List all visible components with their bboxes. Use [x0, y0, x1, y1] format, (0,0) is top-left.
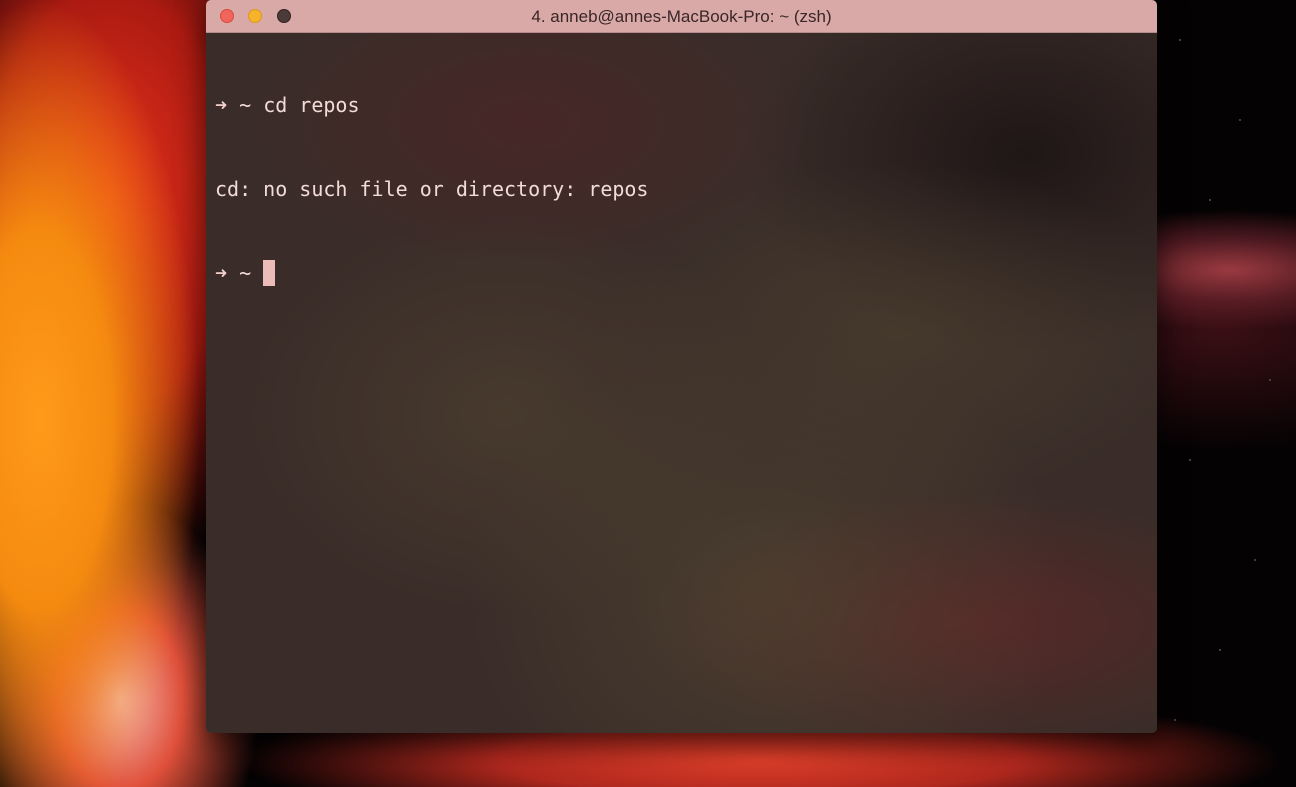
terminal-window[interactable]: 4. anneb@annes-MacBook-Pro: ~ (zsh) ➜ ~ … [206, 0, 1157, 733]
command-text: cd repos [263, 93, 360, 117]
prompt-directory: ~ [239, 93, 252, 117]
prompt-directory: ~ [239, 261, 252, 285]
terminal-body[interactable]: ➜ ~ cd repos cd: no such file or directo… [206, 33, 1157, 733]
output-text: cd: no such file or directory: repos [215, 177, 649, 201]
terminal-line-prompt[interactable]: ➜ ~ [215, 259, 648, 287]
window-title: 4. anneb@annes-MacBook-Pro: ~ (zsh) [531, 7, 832, 26]
terminal-line-output: cd: no such file or directory: repos [215, 175, 648, 203]
prompt-arrow-icon: ➜ [215, 261, 228, 285]
terminal-line-command: ➜ ~ cd repos [215, 91, 648, 119]
prompt-arrow-icon: ➜ [215, 93, 228, 117]
terminal-output: ➜ ~ cd repos cd: no such file or directo… [215, 35, 648, 343]
title-bar[interactable]: 4. anneb@annes-MacBook-Pro: ~ (zsh) [206, 0, 1157, 33]
text-cursor [263, 260, 276, 286]
star-field [1160, 0, 1296, 787]
